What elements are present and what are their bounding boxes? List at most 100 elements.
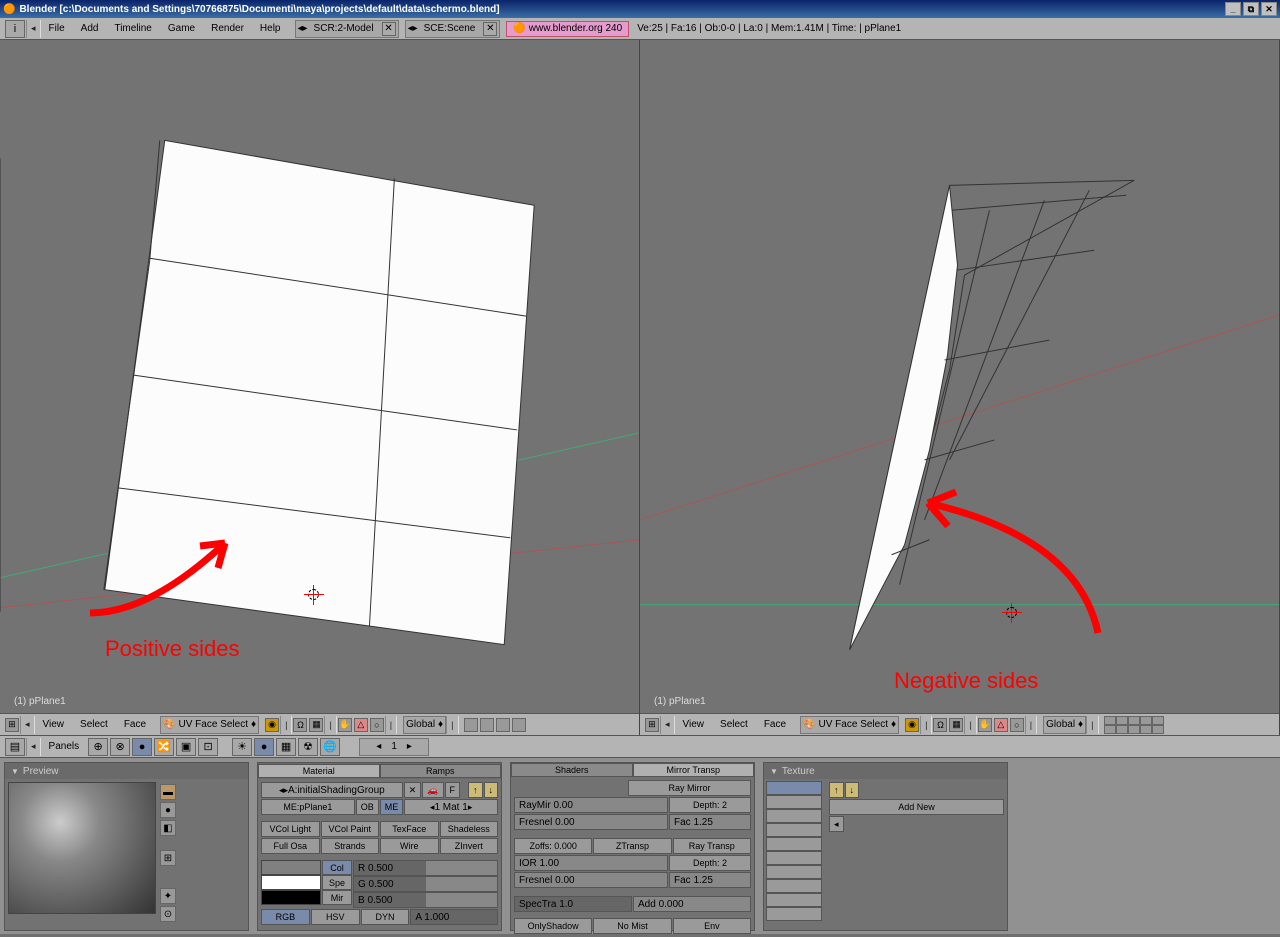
sub-material-icon[interactable]: ● <box>254 738 274 756</box>
blender-link[interactable]: 🟠 www.blender.org 240 <box>506 21 629 37</box>
mir-swatch[interactable] <box>261 890 321 905</box>
layer-btn[interactable] <box>1140 725 1152 734</box>
layer-btn[interactable] <box>1128 725 1140 734</box>
fresnel1-slider[interactable]: Fresnel 0.00 <box>514 814 668 830</box>
env-button[interactable]: Env <box>673 918 751 934</box>
layer-btn[interactable] <box>512 718 526 732</box>
add-new-button[interactable]: Add New <box>829 799 1004 815</box>
menu-help[interactable]: Help <box>252 20 289 38</box>
ob-button[interactable]: OB <box>356 799 379 815</box>
shadeless-button[interactable]: Shadeless <box>440 821 499 837</box>
layers-icon[interactable]: ▦ <box>949 718 963 732</box>
tex-down-icon[interactable]: ↓ <box>845 782 860 798</box>
layer-btn[interactable] <box>1104 716 1116 725</box>
tex-slot[interactable] <box>766 893 822 907</box>
vp-menu-face[interactable]: Face <box>116 716 154 734</box>
vp-menu-view[interactable]: View <box>35 716 73 734</box>
nodes-up-icon[interactable]: ↑ <box>468 782 483 798</box>
menubar-chevron[interactable]: ◂ <box>26 20 41 38</box>
layer-btn[interactable] <box>1104 725 1116 734</box>
mesh-name-field[interactable]: ME:pPlane1 <box>261 799 355 815</box>
preview-flat-icon[interactable]: ▬ <box>160 784 176 800</box>
editor-type-icon[interactable]: ⊞ <box>645 718 659 732</box>
screen-selector[interactable]: ◂▸ SCR:2-Model ✕ <box>295 20 399 38</box>
rgb-button[interactable]: RGB <box>261 909 310 925</box>
header-chevron[interactable]: ◂ <box>20 716 35 734</box>
layer-btn[interactable] <box>1128 716 1140 725</box>
ctx-script-icon[interactable]: ⊗ <box>110 738 130 756</box>
sub-texture-icon[interactable]: ▦ <box>276 738 296 756</box>
editor-type-icon[interactable]: ▤ <box>5 738 25 756</box>
g-slider[interactable]: G 0.500 <box>353 876 498 892</box>
spectra-slider[interactable]: SpecTra 1.0 <box>514 896 632 912</box>
pivot-icon[interactable]: Ω <box>293 718 307 732</box>
mat-name-field[interactable]: ◂▸ A:initialShadingGroup <box>261 782 403 798</box>
warning-icon[interactable]: △ <box>354 718 368 732</box>
tex-slot[interactable] <box>766 823 822 837</box>
tab-shaders[interactable]: Shaders <box>511 763 633 777</box>
layer-btn[interactable] <box>1140 716 1152 725</box>
menu-file[interactable]: File <box>41 20 73 38</box>
zinvert-button[interactable]: ZInvert <box>440 838 499 854</box>
layer-btn[interactable] <box>1116 716 1128 725</box>
tex-slot[interactable] <box>766 837 822 851</box>
shading-selector[interactable]: ◉ <box>265 718 279 732</box>
orientation-selector[interactable]: Global♦ <box>403 716 446 734</box>
ctx-shading-icon[interactable]: ● <box>132 738 152 756</box>
col-swatch[interactable] <box>261 860 321 875</box>
raymir-slider[interactable]: RayMir 0.00 <box>514 797 668 813</box>
sub-world-icon[interactable]: 🌐 <box>320 738 340 756</box>
restore-button[interactable]: ⧉ <box>1243 2 1259 16</box>
ctx-object-icon[interactable]: 🔀 <box>154 738 174 756</box>
fac2-slider[interactable]: Fac 1.25 <box>669 872 751 888</box>
dyn-button[interactable]: DYN <box>361 909 410 925</box>
layer-btn[interactable] <box>464 718 478 732</box>
tex-clear-icon[interactable]: ◂ <box>829 816 844 832</box>
viewport-left[interactable]: Positive sides (1) pPlane1 ⊞ ◂ View Sele… <box>0 40 640 735</box>
vp-menu-view[interactable]: View <box>675 716 713 734</box>
layer-btn[interactable] <box>496 718 510 732</box>
layers-icon[interactable]: ▦ <box>309 718 323 732</box>
viewport-right[interactable]: Negative sides (1) pPlane1 ⊞ ◂ View Sele… <box>640 40 1280 735</box>
onlyshadow-button[interactable]: OnlyShadow <box>514 918 592 934</box>
shading-selector[interactable]: ◉ <box>905 718 919 732</box>
tex-slot[interactable] <box>766 795 822 809</box>
zoffs-field[interactable]: Zoffs: 0.000 <box>514 838 592 854</box>
r-slider[interactable]: R 0.500 <box>353 860 498 876</box>
preview-world-icon[interactable]: ⊙ <box>160 906 176 922</box>
ctx-logic-icon[interactable]: ⊕ <box>88 738 108 756</box>
vcol-light-button[interactable]: VCol Light <box>261 821 320 837</box>
sub-lamp-icon[interactable]: ☀ <box>232 738 252 756</box>
layer-btn[interactable] <box>1116 725 1128 734</box>
vp-menu-select[interactable]: Select <box>72 716 116 734</box>
raytransp-button[interactable]: Ray Transp <box>673 838 751 854</box>
tex-slot[interactable] <box>766 879 822 893</box>
tab-mirror-transp[interactable]: Mirror Transp <box>633 763 755 777</box>
fac1-slider[interactable]: Fac 1.25 <box>669 814 751 830</box>
tex-up-icon[interactable]: ↑ <box>829 782 844 798</box>
vp-menu-select[interactable]: Select <box>712 716 756 734</box>
ztransp-button[interactable]: ZTransp <box>593 838 671 854</box>
menu-timeline[interactable]: Timeline <box>106 20 159 38</box>
tab-ramps[interactable]: Ramps <box>380 764 502 778</box>
mat-auto-button[interactable]: 🚗 <box>422 782 443 798</box>
nomist-button[interactable]: No Mist <box>593 918 671 934</box>
mat-index[interactable]: ◂ 1 Mat 1 ▸ <box>404 799 498 815</box>
close-button[interactable]: ✕ <box>1261 2 1277 16</box>
preview-refresh-icon[interactable]: ⊞ <box>160 850 176 866</box>
preview-cube-icon[interactable]: ◧ <box>160 820 176 836</box>
fresnel2-slider[interactable]: Fresnel 0.00 <box>514 872 668 888</box>
header-chevron[interactable]: ◂ <box>660 716 675 734</box>
alpha-slider[interactable]: A 1.000 <box>410 909 498 925</box>
spe-button[interactable]: Spe <box>322 875 352 890</box>
orientation-selector[interactable]: Global♦ <box>1043 716 1086 734</box>
sphere-icon[interactable]: ○ <box>1010 718 1024 732</box>
menu-game[interactable]: Game <box>160 20 203 38</box>
tex-slot[interactable] <box>766 781 822 795</box>
hand-icon[interactable]: ✋ <box>978 718 992 732</box>
menu-render[interactable]: Render <box>203 20 252 38</box>
menu-add[interactable]: Add <box>73 20 107 38</box>
tex-slot[interactable] <box>766 851 822 865</box>
hsv-button[interactable]: HSV <box>311 909 360 925</box>
sphere-icon[interactable]: ○ <box>370 718 384 732</box>
